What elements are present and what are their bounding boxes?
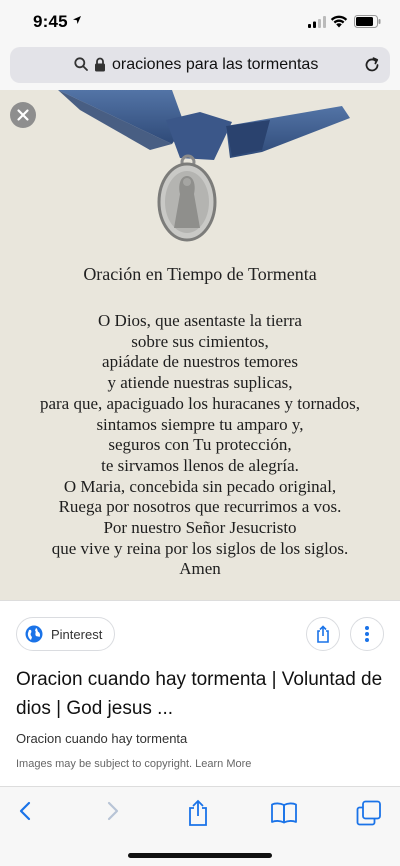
more-options-button[interactable] (350, 617, 384, 651)
lock-icon (95, 57, 105, 72)
search-icon (74, 57, 88, 71)
forward-icon[interactable] (102, 799, 122, 823)
address-bar[interactable]: oraciones para las tormentas (10, 47, 390, 83)
status-time: 9:45 (33, 12, 68, 31)
prayer-line: Ruega por nosotros que recurrimos a vos. (58, 497, 342, 517)
more-vert-icon (365, 626, 369, 642)
prayer-line: O Maria, concebida sin pecado original, (63, 476, 337, 496)
ribbon-and-medal-image (58, 90, 350, 242)
url-text: oraciones para las tormentas (112, 56, 319, 73)
result-title-link[interactable]: Oracion cuando hay tormenta | Voluntad d… (16, 665, 386, 723)
prayer-text: O Dios, que asentaste la tierra sobre su… (0, 311, 400, 580)
share-icon[interactable] (186, 799, 210, 827)
share-icon (317, 625, 329, 643)
prayer-line: sintamos siempre tu amparo y, (96, 414, 304, 434)
prayer-line: que vive y reina por los siglos de los s… (51, 538, 349, 558)
result-description: Oracion cuando hay tormenta (16, 731, 188, 746)
share-result-button[interactable] (306, 617, 340, 651)
prayer-line: Amen (179, 559, 221, 579)
wifi-icon (330, 15, 348, 28)
source-chip[interactable]: Pinterest (16, 617, 116, 651)
battery-icon (354, 15, 381, 28)
copyright-notice[interactable]: Images may be subject to copyright. Lear… (16, 758, 251, 770)
globe-icon (25, 625, 43, 643)
cellular-signal-icon (308, 16, 326, 28)
prayer-line: seguros con Tu protección, (108, 435, 292, 455)
back-icon[interactable] (16, 799, 36, 823)
prayer-line: y atiende nuestras suplicas, (107, 373, 293, 393)
image-viewer[interactable]: Oración en Tiempo de Tormenta O Dios, qu… (0, 90, 400, 600)
tabs-icon[interactable] (356, 800, 382, 826)
home-indicator (128, 853, 272, 858)
location-arrow-icon (73, 16, 81, 24)
source-name: Pinterest (51, 626, 103, 642)
prayer-line: O Dios, que asentaste la tierra (98, 311, 302, 330)
close-button[interactable] (10, 102, 36, 128)
bookmarks-icon[interactable] (270, 801, 298, 825)
close-icon (17, 109, 29, 121)
prayer-line: para que, apaciguado los huracanes y tor… (39, 393, 361, 413)
prayer-line: te sirvamos llenos de alegría. (101, 455, 299, 475)
prayer-line: sobre sus cimientos, (131, 331, 269, 351)
reload-icon[interactable] (362, 55, 382, 75)
prayer-title: Oración en Tiempo de Tormenta (83, 264, 317, 284)
status-bar: 9:45 (0, 0, 400, 44)
browser-toolbar (0, 786, 400, 866)
image-result-info: Pinterest Oracion cuando hay tormenta | … (0, 600, 400, 786)
address-bar-container: oraciones para las tormentas (0, 44, 400, 90)
prayer-line: Por nuestro Señor Jesucristo (103, 518, 297, 538)
prayer-line: apiádate de nuestros temores (102, 352, 298, 372)
